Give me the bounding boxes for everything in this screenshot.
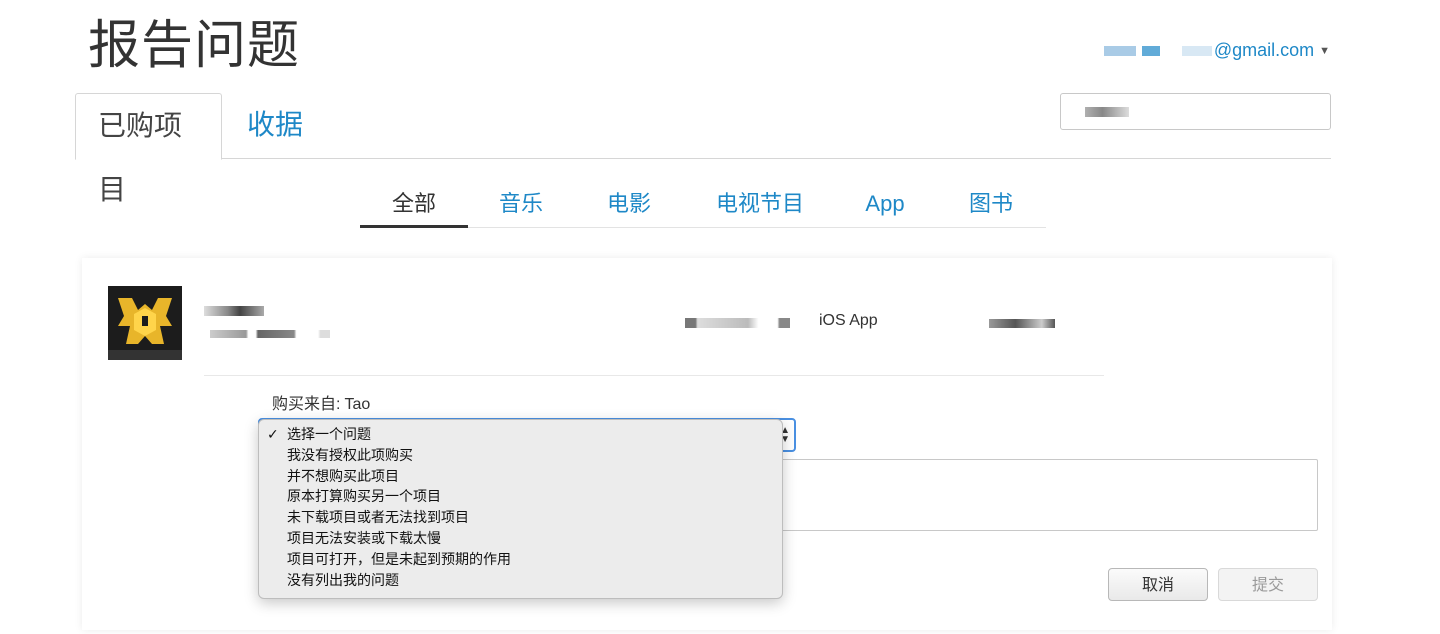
dropdown-option[interactable]: 项目可打开，但是未起到预期的作用	[259, 550, 782, 571]
cancel-button[interactable]: 取消	[1108, 568, 1208, 601]
dropdown-option[interactable]: 并不想购买此项目	[259, 467, 782, 488]
category-filter-bar: 全部 音乐 电影 电视节目 App 图书	[360, 182, 1046, 228]
purchased-from: 购买来自: Tao	[272, 390, 370, 414]
app-icon	[108, 286, 182, 360]
purchased-from-value: Tao	[344, 396, 371, 413]
filter-tab-movies[interactable]: 电影	[590, 182, 668, 228]
option-label: 我没有授权此项购买	[287, 447, 413, 464]
dropdown-option[interactable]: 没有列出我的问题	[259, 571, 782, 592]
item-date-redacted	[989, 319, 1055, 328]
filter-tab-books[interactable]: 图书	[952, 182, 1030, 228]
search-input[interactable]	[1061, 94, 1330, 129]
item-name-redacted	[204, 306, 264, 316]
tab-purchased[interactable]: 已购项目	[75, 93, 222, 205]
dropdown-option[interactable]: ✓ 选择一个问题	[259, 425, 782, 446]
account-email[interactable]: @gmail.com	[1214, 40, 1314, 61]
option-label: 项目可打开，但是未起到预期的作用	[287, 551, 511, 568]
dropdown-option[interactable]: 项目无法安装或下载太慢	[259, 529, 782, 550]
email-redacted-part	[1141, 45, 1160, 56]
search-field[interactable]	[1060, 93, 1331, 130]
dropdown-option[interactable]: 原本打算购买另一个项目	[259, 487, 782, 508]
option-label: 没有列出我的问题	[287, 572, 399, 589]
filter-tab-tv-shows[interactable]: 电视节目	[700, 182, 820, 228]
email-redacted-part	[1103, 45, 1136, 56]
option-label: 原本打算购买另一个项目	[287, 489, 441, 506]
email-redacted-part	[1181, 45, 1212, 56]
item-type: iOS App	[819, 312, 878, 329]
tab-receipts[interactable]: 收据	[225, 93, 325, 159]
filter-tab-apps[interactable]: App	[850, 182, 920, 228]
caret-down-icon[interactable]: ▼	[1319, 45, 1330, 57]
option-label: 并不想购买此项目	[287, 468, 399, 485]
dropdown-option[interactable]: 我没有授权此项购买	[259, 446, 782, 467]
option-label: 未下载项目或者无法找到项目	[287, 510, 469, 527]
item-info-redacted	[685, 318, 790, 328]
problem-select-dropdown: ✓ 选择一个问题 我没有授权此项购买 并不想购买此项目 原本打算购买另一个项目 未…	[258, 419, 783, 599]
dropdown-option[interactable]: 未下载项目或者无法找到项目	[259, 508, 782, 529]
divider	[204, 375, 1104, 376]
submit-button[interactable]: 提交	[1218, 568, 1318, 601]
checkmark-icon: ✓	[267, 427, 279, 443]
purchased-from-label: 购买来自:	[272, 396, 341, 413]
item-developer-redacted	[210, 330, 330, 338]
page-title: 报告问题	[88, 17, 301, 75]
account-menu[interactable]: @gmail.com ▼	[1103, 40, 1330, 61]
filter-tab-music[interactable]: 音乐	[482, 182, 560, 228]
option-label: 项目无法安装或下载太慢	[287, 530, 441, 547]
option-label: 选择一个问题	[287, 427, 371, 443]
filter-tab-all[interactable]: 全部	[360, 182, 468, 228]
